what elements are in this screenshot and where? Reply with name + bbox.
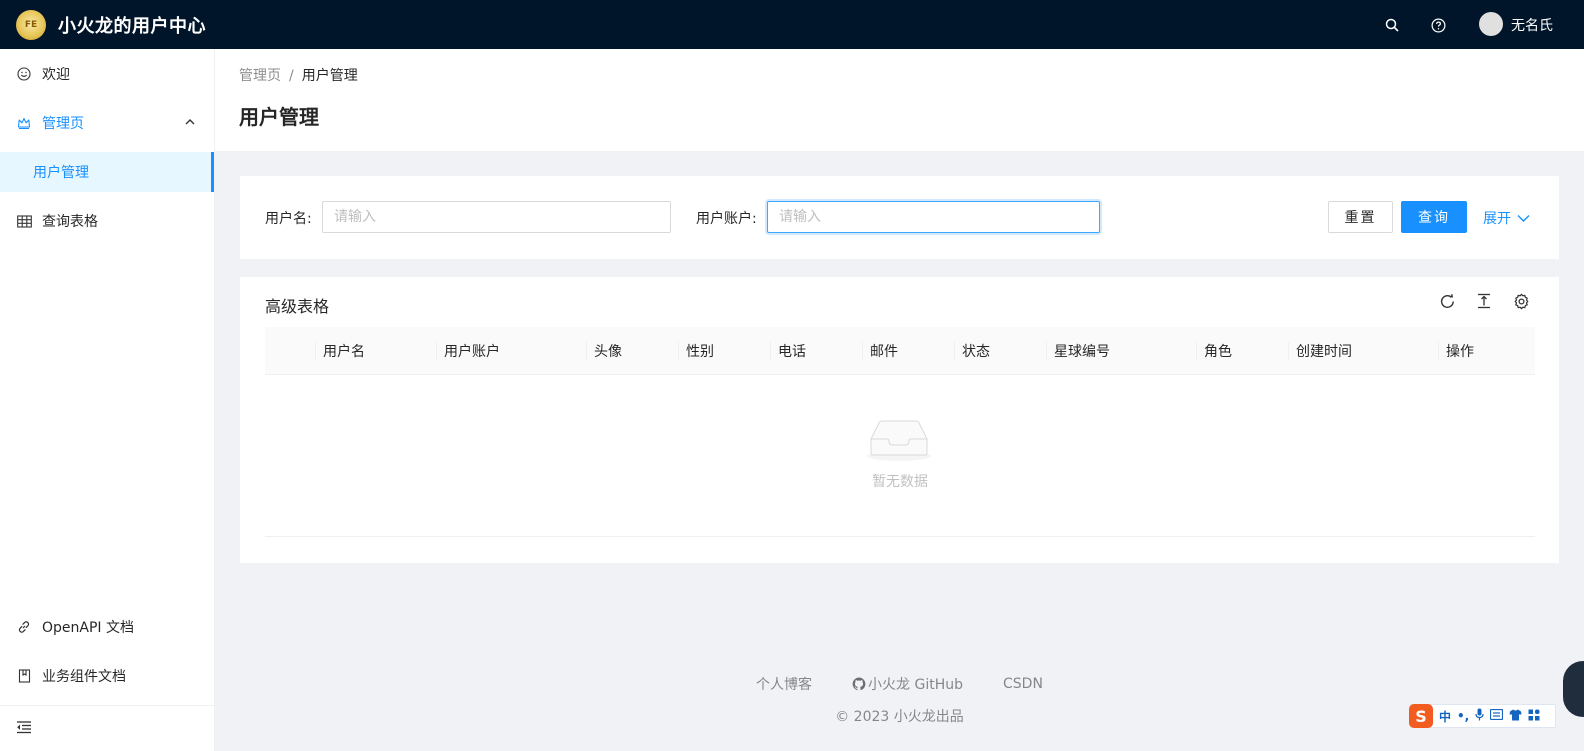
column-header-phone[interactable]: 电话 bbox=[778, 327, 806, 375]
table-title: 高级表格 bbox=[265, 297, 330, 316]
username[interactable]: 无名氏 bbox=[1511, 15, 1553, 35]
sidebar-item-admin[interactable]: 管理页 bbox=[0, 103, 214, 143]
help-icon[interactable] bbox=[1428, 15, 1448, 35]
menu-fold-button[interactable] bbox=[0, 705, 214, 751]
column-header-create-time[interactable]: 创建时间 bbox=[1296, 327, 1352, 375]
app-title[interactable]: 小火龙的用户中心 bbox=[58, 12, 206, 38]
floating-assistant-button[interactable] bbox=[1563, 661, 1584, 717]
logo-text: FE bbox=[24, 20, 38, 30]
link-icon bbox=[16, 619, 32, 635]
page-title: 用户管理 bbox=[239, 105, 319, 129]
copyright-icon: © bbox=[835, 709, 850, 725]
expand-label: 展开 bbox=[1483, 211, 1511, 227]
footer-link-github-label: 小火龙 GitHub bbox=[868, 677, 964, 693]
column-separator bbox=[1438, 342, 1439, 360]
table-icon bbox=[16, 213, 32, 229]
column-separator bbox=[954, 342, 955, 360]
column-header-gender[interactable]: 性别 bbox=[686, 327, 714, 375]
sidebar-item-openapi-docs[interactable]: OpenAPI 文档 bbox=[0, 607, 214, 647]
crown-icon bbox=[16, 115, 32, 131]
microphone-icon[interactable] bbox=[1475, 708, 1484, 724]
ime-lang-toggle[interactable]: 中 bbox=[1439, 708, 1451, 725]
reset-button[interactable]: 重置 bbox=[1328, 201, 1393, 233]
column-separator bbox=[1046, 342, 1047, 360]
column-header-account[interactable]: 用户账户 bbox=[444, 327, 500, 375]
page-header: 管理页 / 用户管理 用户管理 bbox=[215, 49, 1584, 151]
column-header-avatar[interactable]: 头像 bbox=[594, 327, 622, 375]
ime-toolbar[interactable]: S 中 •, bbox=[1409, 704, 1556, 728]
username-label: 用户名: bbox=[265, 211, 312, 227]
column-header-username[interactable]: 用户名 bbox=[323, 327, 365, 375]
search-icon[interactable] bbox=[1382, 15, 1402, 35]
footer-link-csdn[interactable]: CSDN bbox=[1003, 674, 1043, 694]
app-logo[interactable]: FE bbox=[16, 10, 46, 40]
chevron-up-icon bbox=[184, 116, 196, 132]
sidebar-item-label: 查询表格 bbox=[42, 214, 98, 230]
expand-toggle[interactable]: 展开 bbox=[1483, 208, 1530, 228]
table-header: 用户名 用户账户 头像 性别 电话 邮件 状态 星球编号 角色 创建时间 操作 bbox=[265, 327, 1535, 375]
empty-inbox-icon bbox=[865, 417, 933, 467]
breadcrumb-separator: / bbox=[289, 68, 294, 84]
ime-punctuation-icon[interactable]: •, bbox=[1457, 709, 1469, 723]
column-separator bbox=[436, 342, 437, 360]
column-separator bbox=[862, 342, 863, 360]
column-header-status[interactable]: 状态 bbox=[962, 327, 990, 375]
empty-text: 暂无数据 bbox=[872, 474, 928, 490]
breadcrumb: 管理页 / 用户管理 bbox=[239, 65, 358, 85]
setting-icon[interactable] bbox=[1512, 292, 1530, 310]
sidebar-item-query-table[interactable]: 查询表格 bbox=[0, 201, 214, 241]
github-icon bbox=[852, 677, 866, 691]
footer-link-blog[interactable]: 个人博客 bbox=[756, 674, 812, 694]
sidebar: 欢迎 管理页 用户管理 查询表格 OpenAPI 文档 业务组件文档 bbox=[0, 49, 215, 751]
footer-links: 个人博客 小火龙 GitHub CSDN bbox=[215, 674, 1584, 694]
sidebar-item-label: 管理页 bbox=[42, 116, 84, 132]
sidebar-item-welcome[interactable]: 欢迎 bbox=[0, 54, 214, 94]
reload-icon[interactable] bbox=[1438, 292, 1456, 310]
user-avatar[interactable] bbox=[1479, 12, 1503, 36]
smile-icon bbox=[16, 66, 32, 82]
column-header-actions[interactable]: 操作 bbox=[1446, 327, 1474, 375]
table-empty-state: 暂无数据 bbox=[265, 375, 1535, 537]
column-header-role[interactable]: 角色 bbox=[1204, 327, 1232, 375]
breadcrumb-current: 用户管理 bbox=[301, 68, 358, 84]
sidebar-item-label: OpenAPI 文档 bbox=[42, 620, 134, 636]
search-form: 用户名: 用户账户: 重置 查询 展开 bbox=[240, 176, 1559, 259]
column-separator bbox=[315, 342, 316, 360]
sidebar-item-label: 欢迎 bbox=[42, 67, 70, 83]
footer-link-github[interactable]: 小火龙 GitHub bbox=[852, 674, 963, 694]
book-icon bbox=[16, 668, 32, 684]
account-label: 用户账户: bbox=[696, 211, 757, 227]
chevron-down-icon bbox=[1517, 213, 1530, 223]
column-separator bbox=[586, 342, 587, 360]
menu-fold-icon bbox=[16, 720, 32, 738]
column-height-icon[interactable] bbox=[1475, 292, 1493, 310]
sidebar-item-component-docs[interactable]: 业务组件文档 bbox=[0, 656, 214, 696]
column-separator bbox=[1288, 342, 1289, 360]
username-input[interactable] bbox=[322, 201, 671, 233]
keyboard-icon[interactable] bbox=[1490, 708, 1504, 723]
sidebar-item-label: 业务组件文档 bbox=[42, 669, 126, 685]
table-card: 高级表格 用户名 用户账户 头像 性别 电话 邮件 状态 星球编号 角色 创建时… bbox=[240, 277, 1559, 563]
column-separator bbox=[770, 342, 771, 360]
sidebar-item-user-management[interactable]: 用户管理 bbox=[0, 152, 214, 192]
sidebar-item-label: 用户管理 bbox=[33, 165, 89, 181]
skin-icon[interactable] bbox=[1509, 709, 1522, 724]
toolbox-icon[interactable] bbox=[1528, 709, 1540, 724]
account-input[interactable] bbox=[767, 201, 1100, 233]
column-separator bbox=[1196, 342, 1197, 360]
column-header-email[interactable]: 邮件 bbox=[870, 327, 898, 375]
copyright: © 2023 小火龙出品 bbox=[215, 706, 1584, 726]
sogou-logo-icon[interactable]: S bbox=[1409, 704, 1433, 728]
copyright-text: 2023 小火龙出品 bbox=[853, 709, 964, 725]
breadcrumb-root[interactable]: 管理页 bbox=[239, 68, 281, 84]
top-header: FE 小火龙的用户中心 无名氏 bbox=[0, 0, 1584, 49]
query-button[interactable]: 查询 bbox=[1401, 201, 1467, 233]
column-separator bbox=[678, 342, 679, 360]
column-header-planet-code[interactable]: 星球编号 bbox=[1054, 327, 1110, 375]
